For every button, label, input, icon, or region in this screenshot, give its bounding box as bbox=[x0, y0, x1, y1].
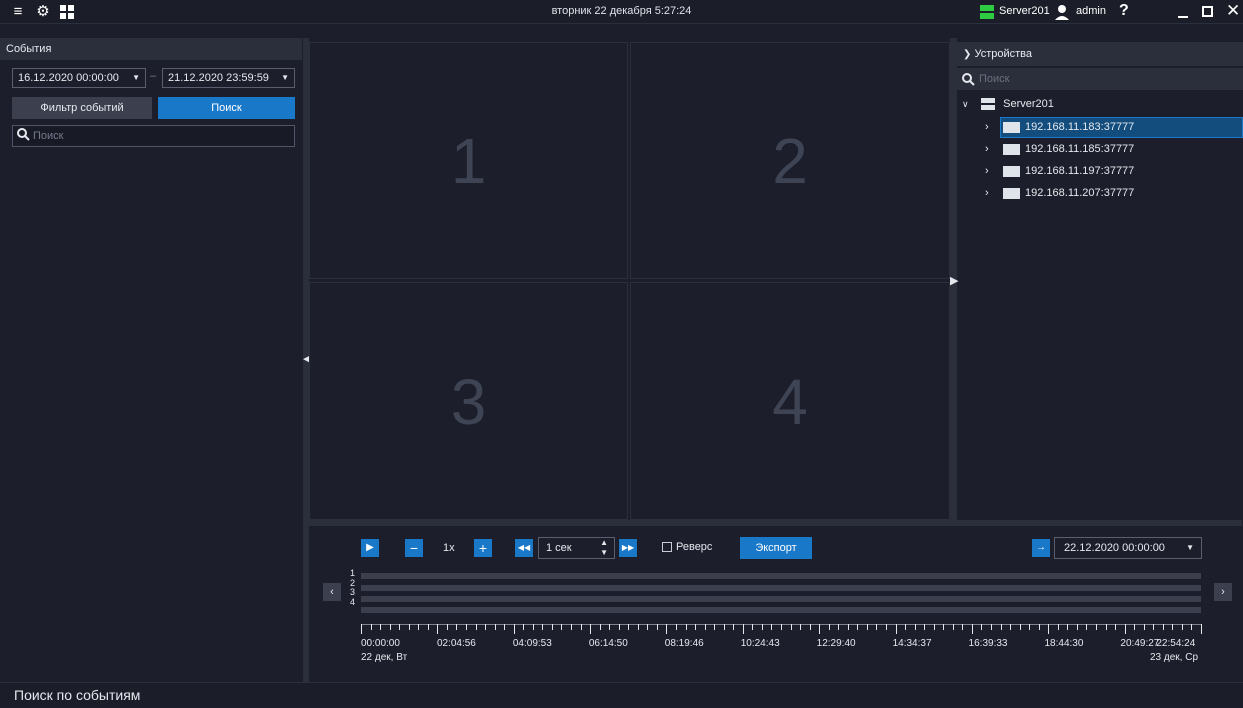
chevron-down-icon: ▼ bbox=[132, 73, 140, 82]
step-forward-button[interactable]: ▶▶ bbox=[619, 539, 637, 557]
goto-datetime-select[interactable]: 22.12.2020 00:00:00 ▼ bbox=[1054, 537, 1202, 559]
events-title: События bbox=[0, 38, 302, 60]
chevron-right-icon: › bbox=[985, 143, 989, 155]
video-tile[interactable]: 4 bbox=[630, 282, 950, 520]
goto-button[interactable]: → bbox=[1032, 539, 1050, 557]
timeline-time-label: 04:09:53 bbox=[512, 638, 552, 649]
tree-camera-item[interactable]: › 192.168.11.183:37777 bbox=[985, 117, 1243, 138]
step-spinbox[interactable]: 1 сек ▲ ▼ bbox=[538, 537, 615, 559]
video-tile[interactable]: 3 bbox=[309, 282, 628, 520]
user-icon[interactable] bbox=[1054, 4, 1070, 20]
top-bar: ≡ ⚙ вторник 22 декабря 5:27:24 Server201… bbox=[0, 0, 1243, 24]
chevron-down-icon: ▼ bbox=[281, 73, 289, 82]
date-separator: – bbox=[150, 70, 157, 82]
timeline-time-label: 22:54:24 bbox=[1156, 638, 1196, 649]
timeline-time-label: 06:14:50 bbox=[588, 638, 628, 649]
maximize-icon[interactable] bbox=[1202, 6, 1213, 17]
camera-icon bbox=[1003, 121, 1020, 133]
play-button[interactable]: ▶ bbox=[361, 539, 379, 557]
timeline-track[interactable] bbox=[361, 596, 1201, 602]
timeline-time-label: 02:04:56 bbox=[436, 638, 476, 649]
server-label: Server201 bbox=[1003, 98, 1054, 110]
track-labels: 1 2 3 4 bbox=[350, 568, 358, 607]
timeline-next-button[interactable]: › bbox=[1214, 583, 1232, 601]
tree-server-node[interactable]: ∨ Server201 bbox=[957, 94, 1243, 115]
video-tile[interactable]: 1 bbox=[309, 42, 628, 279]
right-splitter[interactable]: ▶ bbox=[950, 38, 958, 520]
camera-icon bbox=[1003, 165, 1020, 177]
tree-camera-item[interactable]: › 192.168.11.197:37777 bbox=[985, 161, 1243, 182]
timeline-time-label: 20:49:27 bbox=[1120, 638, 1160, 649]
server-icon bbox=[981, 97, 996, 111]
chevron-right-icon: › bbox=[985, 165, 989, 177]
chevron-right-icon: › bbox=[985, 121, 989, 133]
devices-title: Устройства bbox=[974, 48, 1032, 60]
date-to-select[interactable]: 21.12.2020 23:59:59 ▼ bbox=[162, 68, 295, 88]
reverse-label: Реверс bbox=[676, 541, 713, 553]
timeline-time-label: 14:34:37 bbox=[892, 638, 932, 649]
devices-search-input[interactable]: Поиск bbox=[957, 68, 1243, 90]
events-panel: События 16.12.2020 00:00:00 ▼ – 21.12.202… bbox=[0, 38, 302, 682]
camera-icon bbox=[1003, 187, 1020, 199]
chevron-right-icon: › bbox=[985, 187, 989, 199]
track-label: 4 bbox=[350, 596, 356, 607]
chevron-down-icon: ❯ bbox=[963, 49, 972, 60]
search-placeholder: Поиск bbox=[979, 73, 1010, 85]
date-from-select[interactable]: 16.12.2020 00:00:00 ▼ bbox=[12, 68, 146, 88]
status-bar: Поиск по событиям bbox=[0, 682, 1243, 707]
minimize-icon[interactable] bbox=[1178, 16, 1188, 18]
timeline-time-label: 00:00:00 bbox=[361, 638, 400, 649]
search-placeholder: Поиск bbox=[33, 130, 64, 142]
chevron-down-icon: ▼ bbox=[1186, 543, 1194, 552]
timeline-time-label: 10:24:43 bbox=[740, 638, 780, 649]
help-icon[interactable]: ? bbox=[1119, 2, 1129, 20]
timeline-time-label: 12:29:40 bbox=[816, 638, 856, 649]
date-from-value: 16.12.2020 00:00:00 bbox=[18, 72, 119, 84]
camera-label: 192.168.11.207:37777 bbox=[1025, 187, 1135, 199]
export-button[interactable]: Экспорт bbox=[740, 537, 812, 559]
timeline-prev-button[interactable]: ‹ bbox=[323, 583, 341, 601]
step-back-button[interactable]: ◀◀ bbox=[515, 539, 533, 557]
devices-panel: ❯ Устройства Поиск ∨ Server201 › 192.168.… bbox=[957, 42, 1243, 520]
timeline-time-label: 18:44:30 bbox=[1044, 638, 1084, 649]
video-tile[interactable]: 2 bbox=[630, 42, 950, 279]
timeline-time-label: 08:19:46 bbox=[664, 638, 704, 649]
tree-camera-item[interactable]: › 192.168.11.207:37777 bbox=[985, 183, 1243, 204]
devices-header[interactable]: ❯ Устройства bbox=[957, 42, 1243, 66]
speed-up-button[interactable]: + bbox=[474, 539, 492, 557]
speed-value: 1x bbox=[443, 542, 455, 554]
reverse-checkbox[interactable] bbox=[662, 542, 672, 552]
speed-down-button[interactable]: − bbox=[405, 539, 423, 557]
step-value: 1 сек bbox=[546, 542, 572, 554]
tree-camera-item[interactable]: › 192.168.11.185:37777 bbox=[985, 139, 1243, 160]
timeline-ruler[interactable] bbox=[361, 624, 1202, 634]
timeline-time-label: 16:39:33 bbox=[968, 638, 1008, 649]
camera-label: 192.168.11.197:37777 bbox=[1025, 165, 1135, 177]
camera-label: 192.168.11.185:37777 bbox=[1025, 143, 1135, 155]
spin-arrows-icon[interactable]: ▲ ▼ bbox=[600, 538, 608, 558]
timeline-track[interactable] bbox=[361, 585, 1201, 591]
video-grid: 1 2 3 4 bbox=[309, 42, 950, 520]
server-name[interactable]: Server201 bbox=[999, 5, 1050, 17]
search-icon bbox=[17, 128, 30, 148]
user-name[interactable]: admin bbox=[1076, 5, 1106, 17]
chevron-down-icon: ∨ bbox=[962, 99, 969, 109]
events-list bbox=[0, 150, 302, 682]
filter-events-button[interactable]: Фильтр событий bbox=[12, 97, 152, 119]
date-to-value: 21.12.2020 23:59:59 bbox=[168, 72, 269, 84]
camera-icon bbox=[1003, 143, 1020, 155]
search-button[interactable]: Поиск bbox=[158, 97, 295, 119]
camera-label: 192.168.11.183:37777 bbox=[1025, 121, 1135, 133]
timeline-track[interactable] bbox=[361, 573, 1201, 579]
timeline-end-date: 23 дек, Ср bbox=[1150, 652, 1199, 663]
server-icon bbox=[980, 5, 994, 19]
search-icon bbox=[962, 72, 975, 94]
goto-datetime-value: 22.12.2020 00:00:00 bbox=[1064, 542, 1165, 554]
timeline-track[interactable] bbox=[361, 607, 1201, 613]
close-icon[interactable]: ✕ bbox=[1226, 1, 1240, 21]
timeline-start-date: 22 дек, Вт bbox=[361, 652, 408, 663]
events-search-input[interactable]: Поиск bbox=[12, 125, 295, 147]
